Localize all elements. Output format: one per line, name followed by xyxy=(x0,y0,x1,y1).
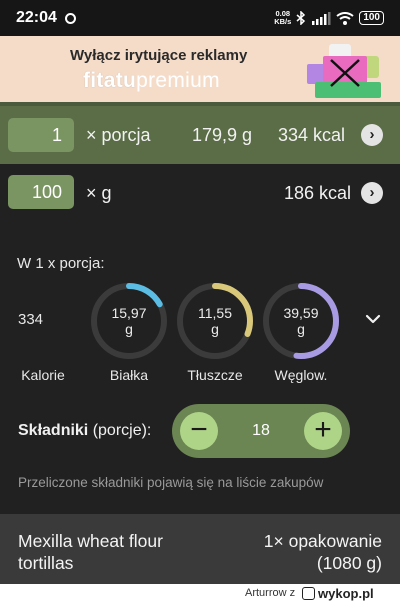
notification-dot-icon xyxy=(64,12,76,24)
ad-title: Wyłącz irytujące reklamy xyxy=(70,47,248,64)
chevron-right-icon[interactable]: › xyxy=(361,182,383,204)
signal-icon xyxy=(312,11,331,25)
grams-kcal: 186 kcal xyxy=(284,183,352,203)
battery-icon: 100 xyxy=(359,11,384,25)
status-bar: 22:04 0.08 KB/s 100 xyxy=(0,0,400,36)
portion-weight: 179,9 g xyxy=(192,125,253,145)
wykop-logo-icon xyxy=(302,587,315,600)
bluetooth-icon xyxy=(296,11,306,25)
minus-icon[interactable]: − xyxy=(180,412,218,450)
protein-label: Białka xyxy=(109,367,149,383)
ingredient-name: Mexilla wheat flour tortillas xyxy=(18,531,163,573)
status-icons: 0.08 KB/s 100 xyxy=(274,10,384,26)
watermark-user: Arturrow z xyxy=(245,587,296,599)
grams-unit[interactable]: × g xyxy=(86,164,112,222)
grams-row[interactable]: 100 × g 186 kcal › xyxy=(0,164,400,224)
chevron-right-icon[interactable]: › xyxy=(361,124,383,146)
network-speed: 0.08 KB/s xyxy=(274,9,292,26)
carbs-ring: 39,59 g xyxy=(262,282,340,360)
servings-value: 18 xyxy=(252,422,270,439)
ingredient-amount: 1× opakowanie (1080 g) xyxy=(263,531,382,573)
calories-label: Kalorie xyxy=(21,367,65,383)
servings-stepper[interactable]: − 18 + xyxy=(172,404,350,458)
carbs-value: 39,59 xyxy=(283,305,319,321)
fat-unit: g xyxy=(211,321,219,337)
fat-label: Tłuszcze xyxy=(187,367,243,383)
protein-ring: 15,97 g xyxy=(90,282,168,360)
protein-unit: g xyxy=(125,321,133,337)
fat-ring: 11,55 g xyxy=(176,282,254,360)
shopping-list-info: Przeliczone składniki pojawią się na liś… xyxy=(18,475,324,490)
clock: 22:04 xyxy=(16,9,57,26)
calories-value: 334 xyxy=(18,311,44,328)
ingredients-label: Składniki (porcje): xyxy=(18,422,152,439)
plus-icon[interactable]: + xyxy=(304,412,342,450)
fat-value: 11,55 xyxy=(198,305,232,321)
chevron-down-icon[interactable] xyxy=(362,310,384,328)
grams-quantity-input[interactable]: 100 xyxy=(8,175,74,209)
carbs-label: Węglow. xyxy=(274,367,328,383)
ad-illustration-icon xyxy=(307,44,381,98)
watermark-site: wykop.pl xyxy=(318,586,374,601)
ingredient-list-item[interactable]: Mexilla wheat flour tortillas 1× opakowan… xyxy=(0,514,400,584)
watermark-footer: Arturrow z wykop.pl xyxy=(0,584,400,604)
per-portion-label: W 1 x porcja: xyxy=(17,255,105,272)
ad-banner[interactable]: Wyłącz irytujące reklamy fitatupremium xyxy=(0,36,400,102)
protein-value: 15,97 xyxy=(111,305,147,321)
portion-quantity-input[interactable]: 1 xyxy=(8,118,74,152)
portion-unit[interactable]: × porcja xyxy=(86,106,151,164)
wifi-icon xyxy=(336,11,354,25)
carbs-unit: g xyxy=(297,321,305,337)
portion-kcal: 334 kcal xyxy=(278,125,346,145)
ad-brand-logo: fitatupremium xyxy=(83,69,220,92)
portion-row[interactable]: 1 × porcja 179,9 g 334 kcal › xyxy=(0,106,400,164)
